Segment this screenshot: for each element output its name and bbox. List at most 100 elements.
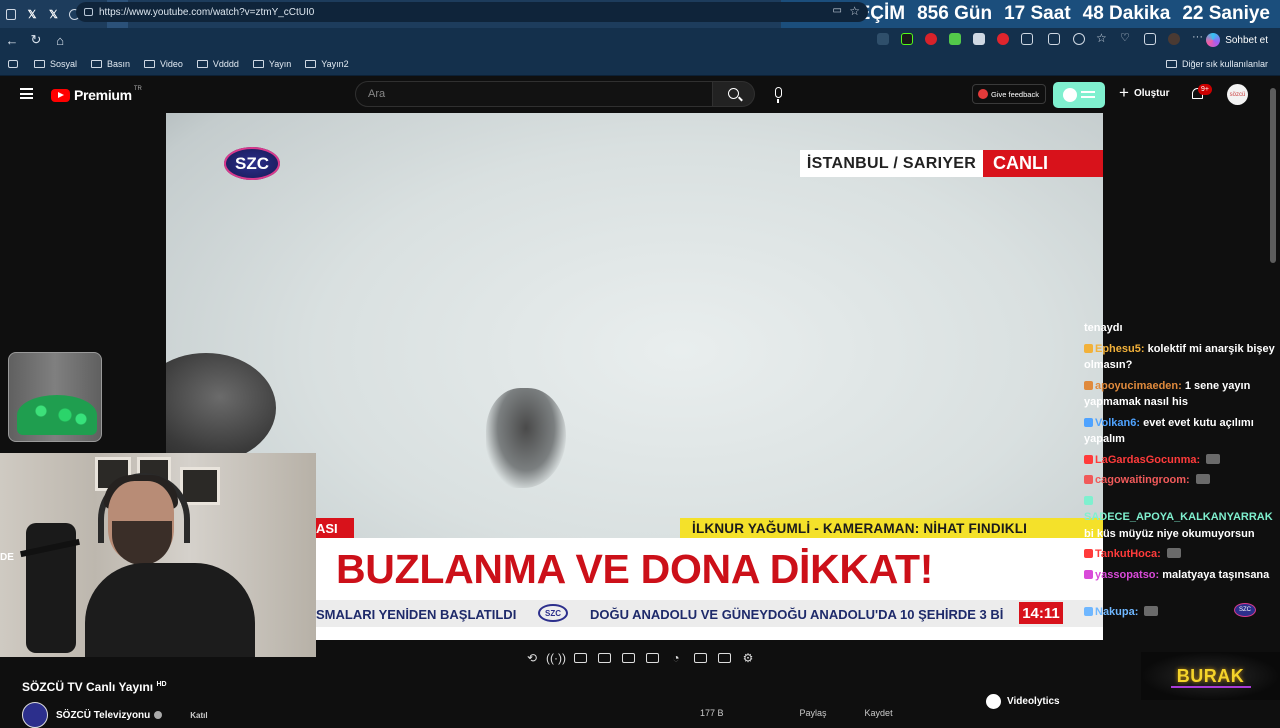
create-button[interactable]: + Oluştur	[1119, 84, 1170, 101]
chat-username[interactable]: apoyucimaeden:	[1095, 380, 1182, 392]
miniplayer-icon[interactable]	[616, 650, 640, 666]
feedback-icon	[978, 89, 988, 99]
bookmark-folder[interactable]: Yayın2	[305, 58, 349, 69]
bookmark-folder[interactable]: Basın	[91, 59, 130, 69]
share-button[interactable]: Paylaş	[800, 708, 827, 718]
extension-icon[interactable]	[901, 33, 913, 45]
youtube-logo[interactable]: Premium TR	[51, 86, 142, 103]
subtitles-icon[interactable]	[568, 650, 592, 666]
search-input[interactable]: Ara	[355, 81, 713, 107]
webcam-beard	[112, 521, 172, 565]
video-rock	[166, 353, 276, 463]
browser-tab[interactable]: 𝕏	[43, 0, 64, 28]
voice-search-icon[interactable]	[775, 87, 782, 103]
streamer-name-overlay: BURAK	[1141, 652, 1280, 700]
performance-icon[interactable]	[1073, 33, 1085, 45]
bookmark-label: Basın	[107, 58, 131, 69]
menu-icon[interactable]	[20, 88, 33, 99]
extension-icon[interactable]	[925, 33, 937, 45]
jar-contents	[17, 395, 97, 435]
folder-icon	[196, 59, 208, 68]
bookmark-folder[interactable]: Sosyal	[34, 59, 77, 69]
chat-emote-icon	[1166, 548, 1181, 558]
video-title: SÖZCÜ TV Canlı Yayını HD	[22, 680, 167, 694]
theater-icon[interactable]	[592, 650, 616, 666]
address-bar[interactable]: https://www.youtube.com/watch?v=ztmY_cCt…	[76, 2, 868, 22]
more-menu-icon[interactable]: ···	[1192, 31, 1204, 43]
chat-badge-icon	[1084, 475, 1093, 484]
profile-avatar[interactable]	[1168, 33, 1180, 45]
webcam-tag: DE	[0, 552, 14, 563]
extension-icon[interactable]	[877, 33, 889, 45]
page-scrollbar[interactable]	[1270, 88, 1276, 263]
search-button[interactable]	[713, 81, 755, 107]
url-text[interactable]: https://www.youtube.com/watch?v=ztmY_cCt…	[99, 7, 314, 18]
broadcast-icon[interactable]: ((·))	[544, 650, 568, 666]
collections-icon[interactable]	[1144, 33, 1156, 45]
bookmark-label: Vdddd	[212, 58, 239, 69]
extension-icon[interactable]	[949, 33, 961, 45]
chat-badge-icon	[1084, 454, 1093, 464]
browser-tab[interactable]	[0, 0, 21, 28]
add-icon[interactable]	[688, 650, 712, 666]
home-icon[interactable]: ⌂	[48, 33, 72, 48]
bookmark-label: Yayın2	[321, 58, 349, 69]
chat-username[interactable]: yassopatso:	[1095, 569, 1159, 581]
speed-icon[interactable]: ◔	[664, 650, 688, 666]
chat-message: SADECE_APOYA_KALKANYARRAK bi küs müyüz n…	[1084, 493, 1280, 543]
other-bookmarks[interactable]: Diğer sık kullanılanlar	[1165, 52, 1268, 76]
chat-username[interactable]: Volkan6:	[1095, 417, 1140, 429]
live-label: CANLI	[983, 150, 1103, 177]
browser-essentials-icon[interactable]: ♡	[1120, 31, 1132, 44]
save-button[interactable]: Kaydet	[865, 708, 893, 718]
lock-icon[interactable]	[84, 8, 93, 16]
chat-username[interactable]: Nakupa:	[1095, 606, 1138, 618]
bookmark-folder[interactable]: Yayın	[252, 58, 292, 69]
bookmark-label: Yayın	[268, 58, 292, 69]
folder-icon	[1165, 60, 1177, 68]
ticker-logo: SZC	[538, 604, 568, 622]
join-button[interactable]: Katıl	[190, 711, 207, 720]
loop-icon[interactable]: ⟲	[520, 650, 544, 666]
folder-icon	[91, 59, 103, 68]
browser-tab[interactable]: 𝕏	[21, 0, 42, 28]
screenshot-icon[interactable]	[712, 650, 736, 666]
captions-icon[interactable]	[640, 650, 664, 666]
extension-icon[interactable]	[997, 33, 1009, 45]
browser-toolbar: ← ↻ ⌂	[0, 28, 1280, 52]
chat-username[interactable]: cagowaitingroom:	[1095, 474, 1190, 486]
chat-message: cagowaitingroom:	[1084, 472, 1280, 489]
stream-overlay-jar	[8, 352, 102, 442]
channel-name[interactable]: SÖZCÜ Televizyonu	[56, 710, 150, 721]
videolytics-widget[interactable]: Videolytics	[986, 694, 1060, 709]
copilot-label: Sohbet et	[1225, 34, 1268, 46]
star-icon[interactable]: ☆	[849, 4, 860, 18]
chat-text: bi küs müyüz niye okumuyorsun	[1084, 527, 1255, 540]
chat-username[interactable]: LaGardasGocunma:	[1095, 454, 1200, 466]
reader-icon[interactable]: ▭	[833, 5, 842, 16]
refresh-icon[interactable]: ↻	[24, 32, 48, 48]
channel-avatar[interactable]	[22, 702, 48, 728]
chat-username[interactable]: SADECE_APOYA_KALKANYARRAK	[1084, 511, 1273, 523]
favorites-icon[interactable]: ☆	[1096, 31, 1108, 45]
extension-toggle-button[interactable]	[1053, 82, 1105, 108]
give-feedback-button[interactable]: Give feedback	[972, 84, 1046, 104]
extensions-puzzle-icon[interactable]	[1021, 33, 1033, 45]
chat-username[interactable]: Ephesu5:	[1095, 343, 1145, 355]
back-icon[interactable]: ←	[0, 33, 24, 48]
like-button[interactable]: 177 B	[700, 708, 724, 718]
bookmark-folder[interactable]: Vdddd	[196, 58, 239, 69]
news-ticker: SMALARI YENİDEN BAŞLATILDI SZC DOĞU ANAD…	[316, 600, 1103, 627]
chat-badge-icon	[1084, 495, 1093, 505]
split-screen-icon[interactable]	[1048, 33, 1060, 45]
settings-gear-icon[interactable]: ⚙	[736, 650, 760, 666]
extension-icon[interactable]	[973, 33, 985, 45]
tab-actions-icon[interactable]	[8, 59, 18, 68]
chat-username[interactable]: TankutHoca:	[1095, 548, 1161, 560]
chat-badge-icon	[1084, 569, 1093, 579]
search-icon	[728, 88, 739, 99]
copilot-chat-button[interactable]: Sohbet et	[1206, 31, 1268, 49]
account-avatar[interactable]: sözcü	[1227, 84, 1248, 105]
chat-message: TankutHoca:	[1084, 546, 1280, 563]
bookmark-folder[interactable]: Video	[144, 59, 183, 69]
